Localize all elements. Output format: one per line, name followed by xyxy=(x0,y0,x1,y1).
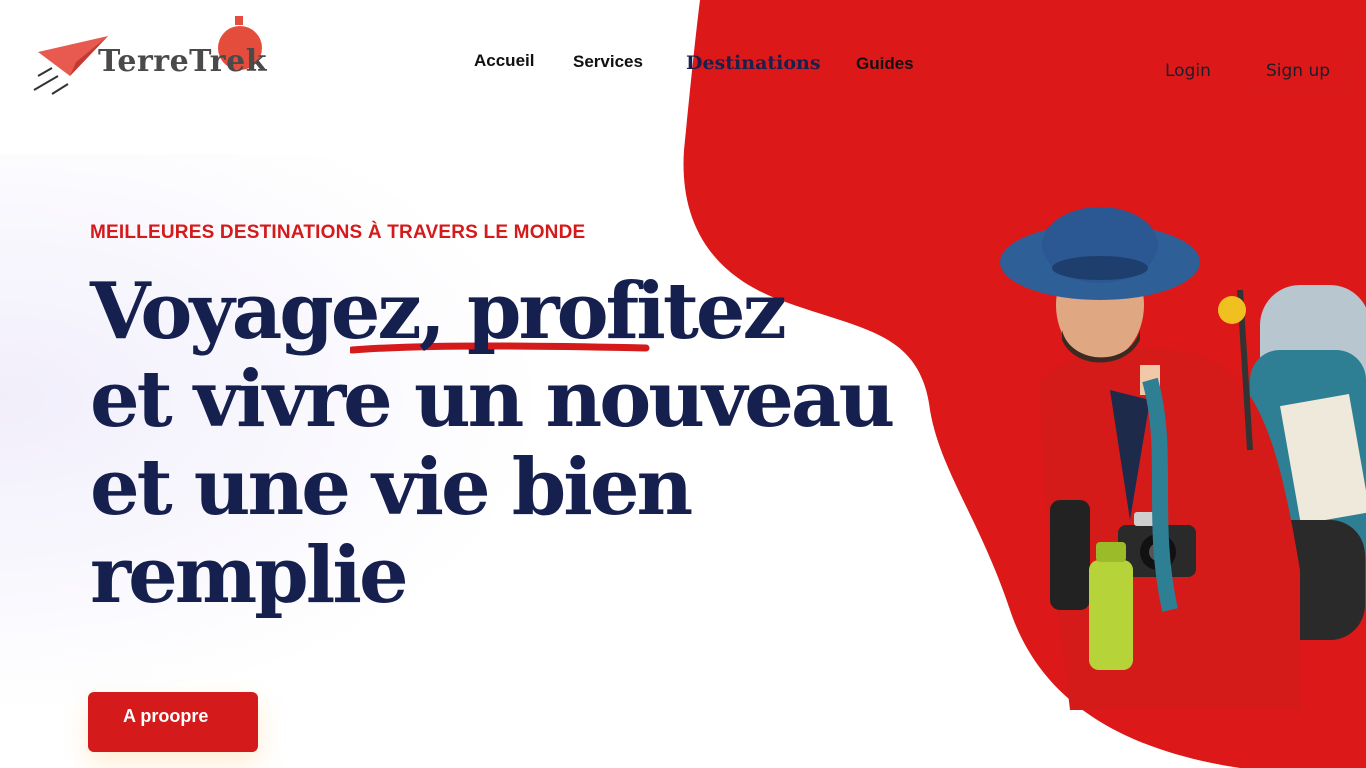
brand-name: TerreTrek xyxy=(98,44,267,79)
signup-button[interactable]: Sign up xyxy=(1247,51,1349,91)
traveler-illustration xyxy=(1000,207,1366,710)
brand-logo[interactable]: TerreTrek xyxy=(30,14,310,98)
headline-line: et une vie bien xyxy=(90,442,693,533)
login-link[interactable]: Login xyxy=(1165,61,1211,81)
nav-destinations[interactable]: Destinations xyxy=(686,52,821,74)
headline-line: et vivre un nouveau xyxy=(90,354,895,445)
hero-cta-button[interactable]: A proopre xyxy=(88,692,258,752)
nav-accueil[interactable]: Accueil xyxy=(474,51,534,71)
hero-headline: Voyagez, profitez et vivre un nouveau et… xyxy=(90,266,895,621)
nav-services[interactable]: Services xyxy=(573,52,643,72)
headline-line: remplie xyxy=(90,530,409,621)
nav-guides[interactable]: Guides xyxy=(856,54,914,74)
hero-eyebrow: MEILLEURES DESTINATIONS À TRAVERS LE MON… xyxy=(90,222,586,243)
headline-line: Voyagez, profitez xyxy=(90,266,787,357)
